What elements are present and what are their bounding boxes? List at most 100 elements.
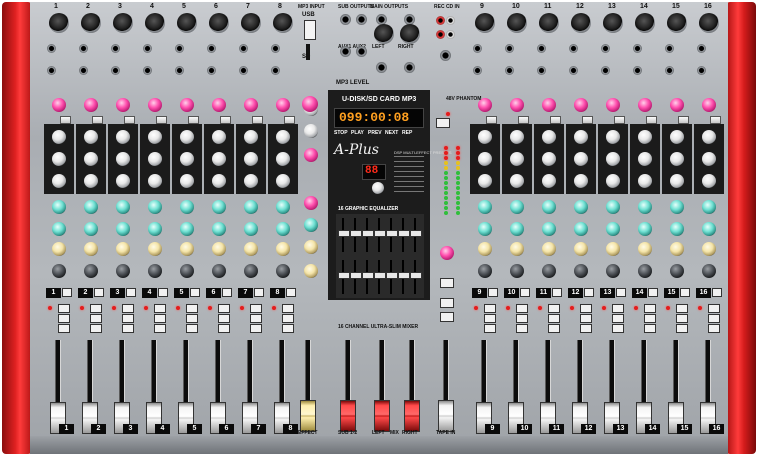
xlr-input-7[interactable] <box>241 13 261 33</box>
mute-button-15[interactable] <box>680 288 690 297</box>
transport-rep-button[interactable]: REP <box>402 130 412 136</box>
mute-button-4[interactable] <box>158 288 168 297</box>
xlr-input-9[interactable] <box>475 13 495 33</box>
sub-button-14[interactable] <box>644 324 656 333</box>
pan-knob-13[interactable] <box>606 264 620 278</box>
eq-knob-1-3[interactable] <box>52 174 66 188</box>
aux2-knob-9[interactable] <box>478 222 492 236</box>
line-input-jack-2[interactable] <box>79 44 88 53</box>
eq-knob-4-3[interactable] <box>148 174 162 188</box>
eq-knob-2-2[interactable] <box>84 152 98 166</box>
effect-send-knob-16[interactable] <box>702 242 716 256</box>
pfl-button-8[interactable] <box>282 304 294 313</box>
aux1-knob-2[interactable] <box>84 200 98 214</box>
gain-knob-5[interactable] <box>180 98 194 112</box>
mix-button-12[interactable] <box>580 314 592 323</box>
pan-knob-12[interactable] <box>574 264 588 278</box>
xlr-input-16[interactable] <box>699 13 719 33</box>
effect-send-knob-12[interactable] <box>574 242 588 256</box>
mute-button-7[interactable] <box>254 288 264 297</box>
mute-button-10[interactable] <box>520 288 530 297</box>
tape-button-1[interactable] <box>440 298 454 308</box>
pan-knob-4[interactable] <box>148 264 162 278</box>
master-knob-3[interactable] <box>304 148 318 162</box>
pfl-button-4[interactable] <box>154 304 166 313</box>
mute-button-12[interactable] <box>584 288 594 297</box>
aux2-knob-8[interactable] <box>276 222 290 236</box>
line-input-jack-14[interactable] <box>633 44 642 53</box>
lowcut-button-5[interactable] <box>188 116 199 124</box>
sub-master-fader[interactable] <box>340 400 356 432</box>
rca-jack-4[interactable] <box>446 30 455 39</box>
xlr-input-4[interactable] <box>145 13 165 33</box>
phantom-button[interactable] <box>436 118 450 128</box>
eq-knob-5-3[interactable] <box>180 174 194 188</box>
mix-button-14[interactable] <box>644 314 656 323</box>
eq-knob-8-3[interactable] <box>276 174 290 188</box>
mute-button-6[interactable] <box>222 288 232 297</box>
insert-jack-8[interactable] <box>271 66 280 75</box>
insert-jack-11[interactable] <box>537 66 546 75</box>
aux1-knob-10[interactable] <box>510 200 524 214</box>
eq-knob-7-2[interactable] <box>244 152 258 166</box>
sub-button-7[interactable] <box>250 324 262 333</box>
eq-knob-7-3[interactable] <box>244 174 258 188</box>
aux2-knob-5[interactable] <box>180 222 194 236</box>
eq-knob-4-2[interactable] <box>148 152 162 166</box>
effect-send-knob-6[interactable] <box>212 242 226 256</box>
sub-button-1[interactable] <box>58 324 70 333</box>
aux1-knob-7[interactable] <box>244 200 258 214</box>
pan-knob-2[interactable] <box>84 264 98 278</box>
main-left-xlr[interactable] <box>374 24 394 44</box>
insert-jack-14[interactable] <box>633 66 642 75</box>
mute-button-8[interactable] <box>286 288 296 297</box>
line-input-jack-13[interactable] <box>601 44 610 53</box>
line-input-jack-1[interactable] <box>47 44 56 53</box>
xlr-input-8[interactable] <box>273 13 293 33</box>
effect-send-knob-10[interactable] <box>510 242 524 256</box>
sub-button-3[interactable] <box>122 324 134 333</box>
mute-button-5[interactable] <box>190 288 200 297</box>
geq-fader-2[interactable] <box>350 230 362 237</box>
xlr-input-5[interactable] <box>177 13 197 33</box>
aux2-knob-6[interactable] <box>212 222 226 236</box>
aux2-knob-13[interactable] <box>606 222 620 236</box>
gain-knob-16[interactable] <box>702 98 716 112</box>
eq-knob-10-2[interactable] <box>510 152 524 166</box>
left-master-fader[interactable] <box>374 400 390 432</box>
line-input-jack-8[interactable] <box>271 44 280 53</box>
eq-knob-16-3[interactable] <box>702 174 716 188</box>
xlr-input-11[interactable] <box>539 13 559 33</box>
xlr-input-1[interactable] <box>49 13 69 33</box>
insert-jack-5[interactable] <box>175 66 184 75</box>
eq-knob-6-3[interactable] <box>212 174 226 188</box>
mix-button-1[interactable] <box>58 314 70 323</box>
line-input-jack-7[interactable] <box>239 44 248 53</box>
aux1-knob-12[interactable] <box>574 200 588 214</box>
lowcut-button-9[interactable] <box>486 116 497 124</box>
eq-knob-13-1[interactable] <box>606 130 620 144</box>
eq-knob-6-1[interactable] <box>212 130 226 144</box>
aux1-knob-14[interactable] <box>638 200 652 214</box>
insert-jack-4[interactable] <box>143 66 152 75</box>
mix-button-11[interactable] <box>548 314 560 323</box>
output-jack-1[interactable] <box>340 14 351 25</box>
xlr-input-14[interactable] <box>635 13 655 33</box>
line-input-jack-16[interactable] <box>697 44 706 53</box>
geq-fader-8[interactable] <box>338 272 350 279</box>
output-jack-8[interactable] <box>404 62 415 73</box>
eq-knob-13-2[interactable] <box>606 152 620 166</box>
gain-knob-3[interactable] <box>116 98 130 112</box>
effect-send-knob-14[interactable] <box>638 242 652 256</box>
eq-knob-8-2[interactable] <box>276 152 290 166</box>
mp3-level-knob[interactable] <box>302 96 318 112</box>
pfl-button-7[interactable] <box>250 304 262 313</box>
gain-knob-2[interactable] <box>84 98 98 112</box>
mix-button-7[interactable] <box>250 314 262 323</box>
sub-button-6[interactable] <box>218 324 230 333</box>
mix-button-9[interactable] <box>484 314 496 323</box>
eq-knob-12-3[interactable] <box>574 174 588 188</box>
geq-fader-14[interactable] <box>410 272 422 279</box>
eq-knob-12-2[interactable] <box>574 152 588 166</box>
lowcut-button-7[interactable] <box>252 116 263 124</box>
